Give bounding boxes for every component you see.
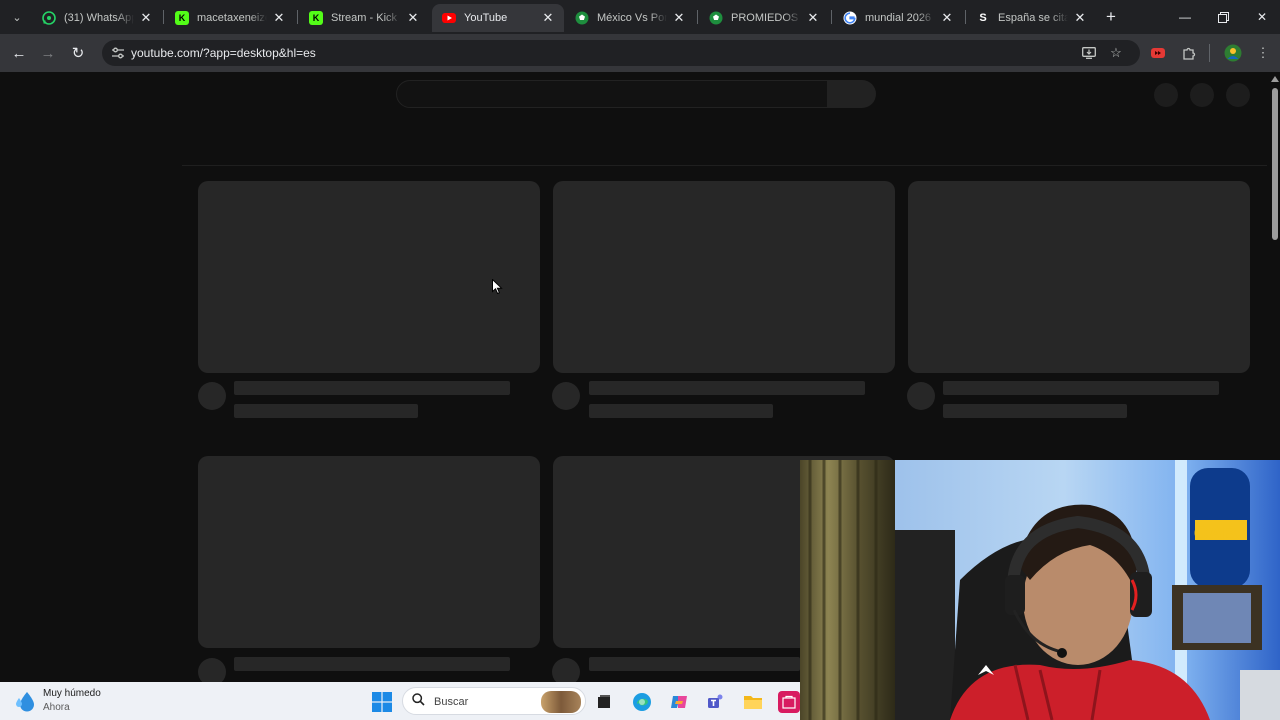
channel-avatar-skeleton [907, 382, 935, 410]
tab-strip: ⌄ (31) WhatsApp ✕ K macetaxeneize S ✕ K … [0, 0, 1280, 34]
humidity-drop-icon[interactable] [14, 690, 36, 712]
yt-account-skeleton[interactable] [1226, 83, 1250, 107]
browser-menu-icon[interactable]: ⋮ [1252, 42, 1274, 64]
search-placeholder: Buscar [434, 696, 469, 708]
tab-separator [297, 10, 298, 24]
url-text: youtube.com/?app=desktop&hl=es [131, 46, 316, 60]
weather-time: Ahora [43, 702, 70, 713]
yt-chipbar-divider [182, 165, 1267, 166]
video-thumbnail-skeleton[interactable] [908, 181, 1250, 373]
tab-close-icon[interactable]: ✕ [138, 10, 154, 26]
back-icon[interactable]: ← [7, 41, 31, 65]
video-title-skeleton [234, 657, 510, 671]
video-title-skeleton [589, 657, 800, 671]
tab-youtube[interactable]: YouTube ✕ [432, 4, 564, 32]
profile-avatar[interactable] [1222, 42, 1244, 64]
tab-close-icon[interactable]: ✕ [671, 10, 687, 26]
tab-kick-2[interactable]: K Stream - Kick Da ✕ [299, 4, 429, 32]
task-view-icon[interactable] [593, 691, 615, 713]
s-icon: S [979, 12, 987, 24]
reload-icon[interactable]: ↻ [66, 41, 90, 65]
toolbar-separator [1209, 44, 1210, 62]
google-icon [843, 11, 857, 25]
tab-espana[interactable]: S España se cita c ✕ [966, 4, 1096, 32]
tab-separator [697, 10, 698, 24]
tab-close-icon[interactable]: ✕ [1072, 10, 1088, 26]
kick-icon: K [309, 11, 323, 25]
file-explorer-icon[interactable] [742, 691, 764, 713]
video-thumbnail-skeleton[interactable] [198, 456, 540, 648]
tab-title: Stream - Kick Da [331, 12, 401, 24]
streamer-webcam-image: CABJ [800, 460, 1280, 720]
soccer-icon [575, 11, 589, 25]
tab-separator [831, 10, 832, 24]
tab-search-dropdown-icon[interactable]: ⌄ [6, 6, 28, 28]
kick-icon: K [175, 11, 189, 25]
extension-red-icon[interactable] [1147, 42, 1169, 64]
video-meta-skeleton [234, 404, 418, 418]
close-window-icon[interactable]: ✕ [1243, 0, 1280, 34]
extensions-puzzle-icon[interactable] [1178, 42, 1200, 64]
new-tab-icon[interactable]: + [1101, 7, 1121, 27]
youtube-icon [442, 11, 456, 25]
tab-kick-1[interactable]: K macetaxeneize S ✕ [165, 4, 295, 32]
yt-notifications-skeleton[interactable] [1190, 83, 1214, 107]
whatsapp-icon [42, 11, 56, 25]
taskbar-search[interactable]: Buscar [402, 687, 586, 715]
channel-avatar-skeleton [552, 382, 580, 410]
tab-title: macetaxeneize S [197, 12, 267, 24]
tab-title: mundial 2026 se [865, 12, 935, 24]
tab-close-icon[interactable]: ✕ [405, 10, 421, 26]
tab-promiedos[interactable]: PROMIEDOS - Fi ✕ [699, 4, 829, 32]
video-title-skeleton [589, 381, 865, 395]
tab-title: PROMIEDOS - Fi [731, 12, 801, 24]
video-meta-skeleton [589, 404, 773, 418]
scrollbar-up-arrow[interactable] [1271, 76, 1279, 82]
tab-close-icon[interactable]: ✕ [540, 10, 556, 26]
video-title-skeleton [234, 381, 510, 395]
windows-taskbar: Muy húmedo Ahora Buscar [0, 682, 800, 720]
yt-create-skeleton[interactable] [1154, 83, 1178, 107]
tab-close-icon[interactable]: ✕ [805, 10, 821, 26]
search-highlight-image [541, 691, 581, 713]
tab-title: YouTube [464, 12, 508, 24]
tab-separator [163, 10, 164, 24]
tab-mexico-portugal[interactable]: México Vs Portu ✕ [565, 4, 695, 32]
yt-search-button-skeleton[interactable] [828, 80, 876, 108]
tab-close-icon[interactable]: ✕ [271, 10, 287, 26]
video-meta-skeleton [943, 404, 1127, 418]
mouse-cursor-icon [492, 279, 503, 295]
weather-label[interactable]: Muy húmedo [43, 688, 101, 699]
channel-avatar-skeleton [198, 382, 226, 410]
tab-title: España se cita c [998, 12, 1068, 24]
tab-title: (31) WhatsApp [64, 12, 134, 24]
video-thumbnail-skeleton[interactable] [553, 181, 895, 373]
soccer-icon [709, 11, 723, 25]
windows-start-icon[interactable] [371, 691, 393, 713]
minimize-icon[interactable]: — [1166, 0, 1204, 34]
teams-icon[interactable] [705, 691, 727, 713]
search-icon [412, 693, 425, 709]
bookmark-star-icon[interactable]: ☆ [1107, 44, 1125, 62]
store-app-icon[interactable] [778, 691, 800, 713]
tab-whatsapp[interactable]: (31) WhatsApp ✕ [32, 4, 162, 32]
edge-browser-icon[interactable] [631, 691, 653, 713]
poster-text: CABJ [1194, 523, 1248, 545]
forward-icon[interactable]: → [36, 41, 60, 65]
tab-close-icon[interactable]: ✕ [939, 10, 955, 26]
address-bar[interactable]: youtube.com/?app=desktop&hl=es ☆ [102, 40, 1140, 66]
video-thumbnail-skeleton[interactable] [198, 181, 540, 373]
restore-icon[interactable] [1204, 0, 1242, 34]
install-app-icon[interactable] [1080, 44, 1098, 62]
video-title-skeleton [943, 381, 1219, 395]
copilot-icon[interactable] [668, 691, 690, 713]
webcam-overlay: CABJ [800, 460, 1280, 720]
tab-title: México Vs Portu [597, 12, 667, 24]
yt-search-skeleton[interactable] [396, 80, 828, 108]
tab-google-mundial[interactable]: mundial 2026 se ✕ [833, 4, 963, 32]
scrollbar-thumb[interactable] [1272, 88, 1278, 240]
site-info-icon[interactable] [110, 45, 126, 61]
